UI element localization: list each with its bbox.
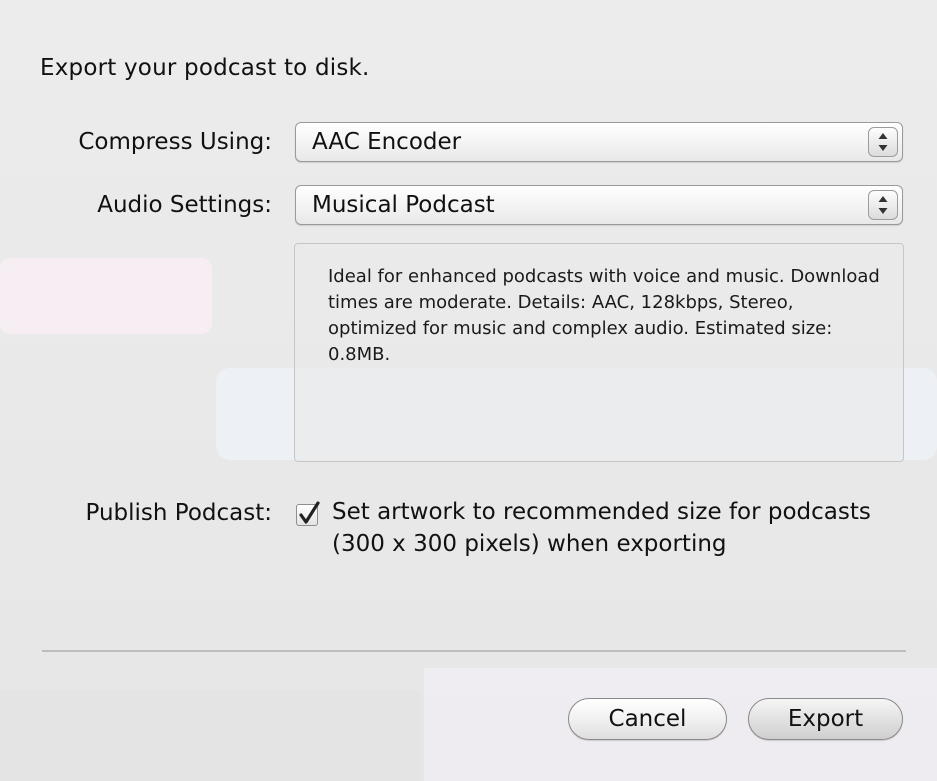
export-podcast-dialog: Export your podcast to disk. Compress Us… [0, 0, 937, 781]
publish-podcast-label: Publish Podcast: [85, 500, 272, 526]
backdrop-blob [0, 258, 212, 334]
checkmark-icon [299, 501, 320, 524]
compress-using-popup[interactable]: AAC Encoder [295, 122, 903, 162]
up-down-arrows-icon [868, 127, 898, 157]
backdrop-blob [0, 690, 420, 781]
audio-settings-value: Musical Podcast [312, 192, 495, 218]
separator [42, 650, 906, 652]
audio-settings-description-box: Ideal for enhanced podcasts with voice a… [294, 243, 904, 462]
audio-settings-popup[interactable]: Musical Podcast [295, 185, 903, 225]
dialog-intro: Export your podcast to disk. [40, 55, 370, 81]
audio-settings-description: Ideal for enhanced podcasts with voice a… [328, 266, 880, 365]
cancel-button[interactable]: Cancel [568, 698, 727, 740]
set-artwork-checkbox-label[interactable]: Set artwork to recommended size for podc… [332, 496, 892, 560]
export-button[interactable]: Export [748, 698, 903, 740]
set-artwork-checkbox[interactable] [296, 501, 320, 526]
up-down-arrows-icon [868, 190, 898, 220]
compress-using-value: AAC Encoder [312, 129, 462, 155]
compress-using-label: Compress Using: [78, 129, 272, 155]
audio-settings-label: Audio Settings: [97, 192, 272, 218]
